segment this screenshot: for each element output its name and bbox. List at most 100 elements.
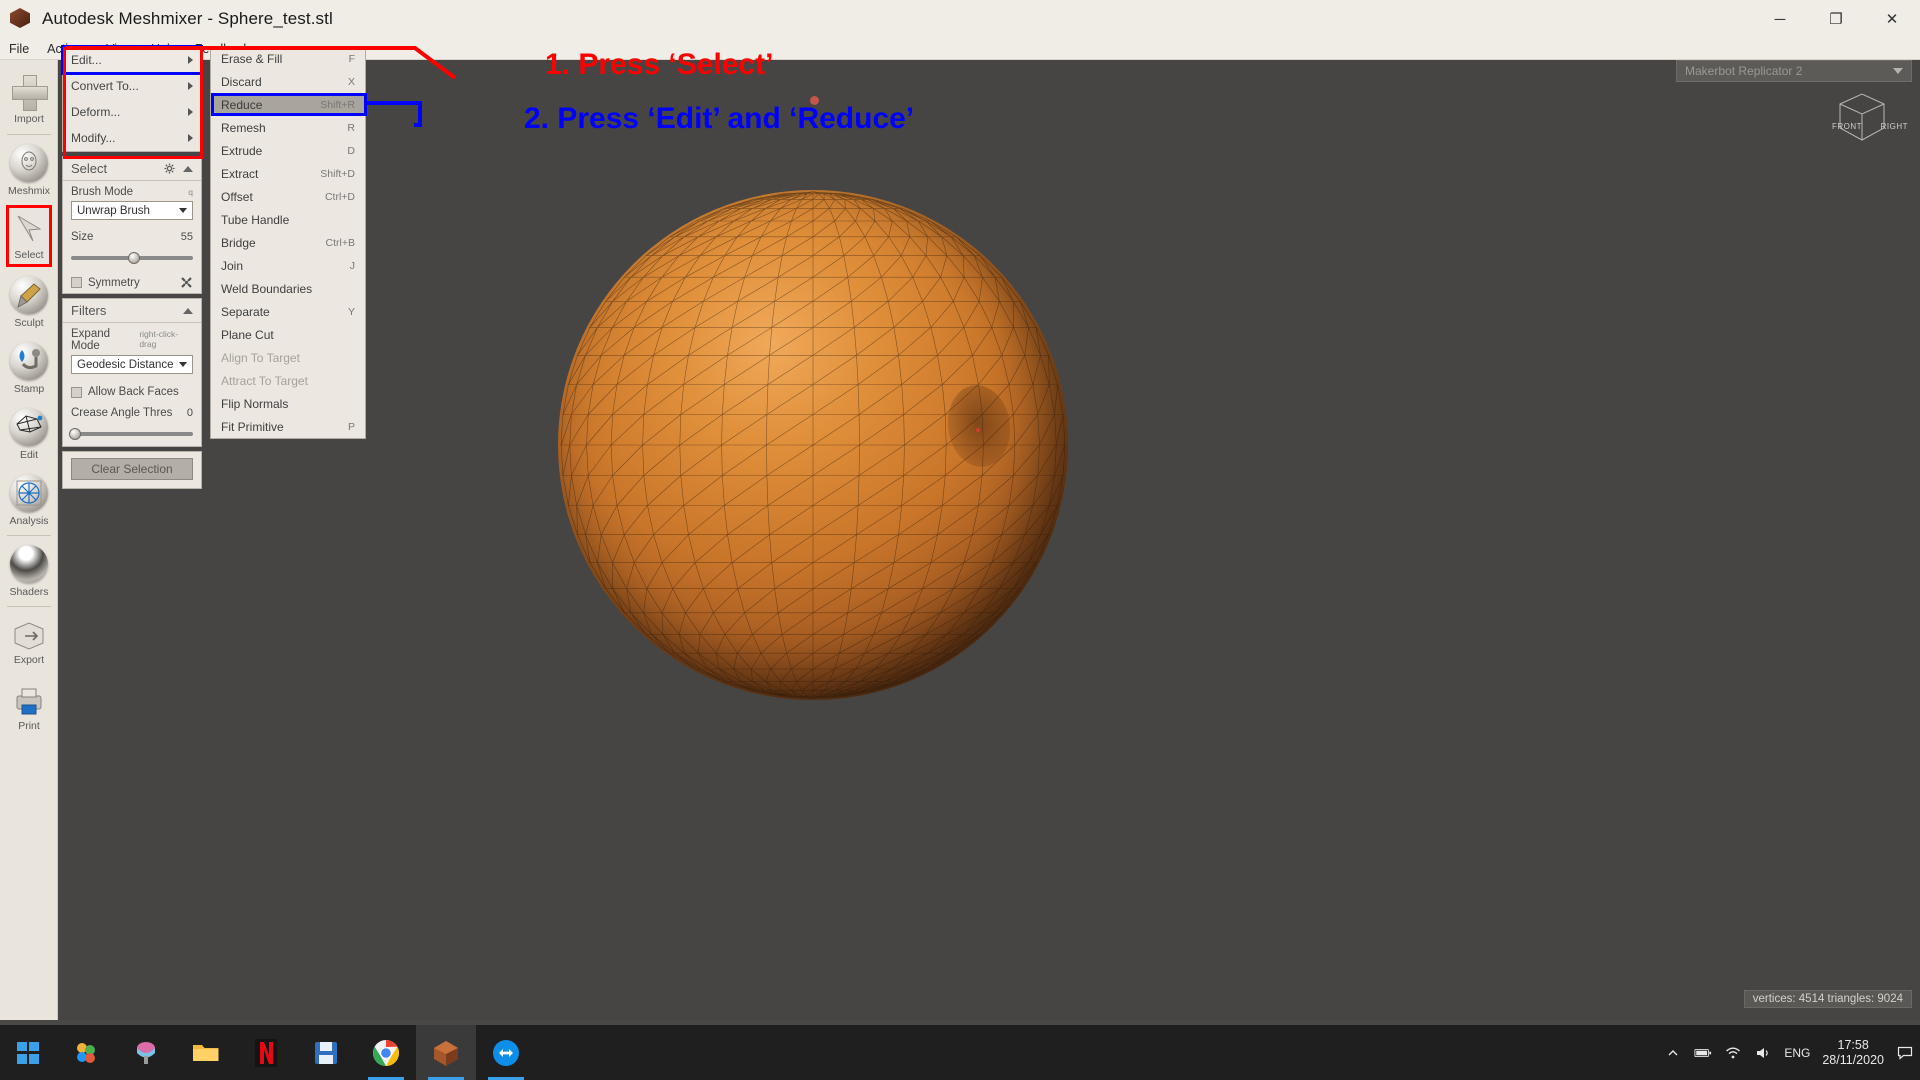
select-section-header[interactable]: Select [63,157,201,181]
flyout-item-extract[interactable]: Extract Shift+D [211,162,365,185]
flyout-item-remesh[interactable]: Remesh R [211,116,365,139]
flyout-item-shortcut: R [347,121,355,134]
size-slider-knob[interactable] [128,252,141,264]
flyout-item-flip-normals[interactable]: Flip Normals [211,392,365,415]
symmetry-row[interactable]: Symmetry [63,270,201,293]
rail-item-meshmix[interactable]: Meshmix [0,137,58,203]
rail-item-stamp[interactable]: Stamp [0,335,58,401]
expand-mode-hint: right-click-drag [139,329,179,349]
menu-item-file[interactable]: File [0,39,38,59]
rail-item-edit[interactable]: Edit [0,401,58,467]
rail-item-select[interactable]: Select [0,203,58,269]
flyout-item-shortcut: Shift+R [320,98,355,111]
filters-section-header[interactable]: Filters [63,299,201,323]
wrench-icon[interactable] [180,276,193,289]
rail-item-sculpt[interactable]: Sculpt [0,269,58,335]
window-controls: ─ ❐ ✕ [1752,0,1920,38]
flyout-item-label: Weld Boundaries [221,281,313,296]
crease-angle-slider[interactable] [68,428,193,440]
flyout-item-label: Extrude [221,143,263,158]
panel-action-deform[interactable]: Deform... [63,99,201,125]
close-button[interactable]: ✕ [1864,0,1920,38]
rail-label-import: Import [14,112,44,125]
rail-item-export[interactable]: Export [0,609,58,675]
minimize-button[interactable]: ─ [1752,0,1808,38]
rail-item-import[interactable]: Import [0,66,58,132]
brush-mode-select[interactable]: Unwrap Brush [71,201,193,220]
maximize-button[interactable]: ❐ [1808,0,1864,38]
flyout-item-erase-fill[interactable]: Erase & Fill F [211,47,365,70]
volume-icon[interactable] [1754,1044,1772,1062]
taskbar-app-paint3d[interactable] [116,1025,176,1080]
clock[interactable]: 17:58 28/11/2020 [1822,1038,1884,1068]
chevron-up-icon[interactable] [1664,1044,1682,1062]
flyout-item-fit-primitive[interactable]: Fit Primitive P [211,415,365,438]
crease-angle-label: Crease Angle Thres [71,407,173,419]
clear-selection-button[interactable]: Clear Selection [71,458,193,480]
rail-divider-2 [6,535,51,536]
size-label: Size [71,231,94,243]
allow-back-faces-row[interactable]: Allow Back Faces [63,380,201,402]
gear-icon[interactable] [164,163,175,174]
taskbar-app-file-explorer[interactable] [176,1025,236,1080]
rail-item-shaders[interactable]: Shaders [0,538,58,604]
flyout-item-shortcut: Shift+D [320,167,355,180]
flyout-item-offset[interactable]: Offset Ctrl+D [211,185,365,208]
flyout-item-label: Discard [221,74,262,89]
start-button[interactable] [0,1025,56,1080]
flyout-item-shortcut: J [349,259,355,272]
flyout-item-weld-boundaries[interactable]: Weld Boundaries [211,277,365,300]
flyout-item-reduce[interactable]: Reduce Shift+R [211,93,365,116]
taskbar-app-teamviewer[interactable] [476,1025,536,1080]
taskbar-app-netflix[interactable] [236,1025,296,1080]
flyout-item-shortcut: Ctrl+D [324,190,355,203]
flyout-item-extrude[interactable]: Extrude D [211,139,365,162]
taskbar-app-save[interactable] [296,1025,356,1080]
brush-mode-label: Brush Mode [71,186,134,198]
allow-back-faces-checkbox[interactable] [71,386,82,398]
panel-action-edit-label: Edit... [71,53,102,67]
taskbar-app-meshmixer[interactable] [416,1025,476,1080]
chevron-right-icon [188,56,193,64]
panel-action-modify[interactable]: Modify... [63,125,201,151]
brush-mode-field: Brush Mode q Unwrap Brush [63,181,201,226]
expand-mode-field: Expand Mode right-click-drag Geodesic Di… [63,323,201,380]
file-explorer-icon [193,1044,219,1061]
flyout-item-tube-handle[interactable]: Tube Handle [211,208,365,231]
flyout-item-plane-cut[interactable]: Plane Cut [211,323,365,346]
flyout-item-label: Align To Target [221,350,300,365]
language-indicator[interactable]: ENG [1784,1046,1810,1060]
flyout-item-separate[interactable]: Separate Y [211,300,365,323]
flyout-item-shortcut: F [348,52,355,65]
wifi-icon[interactable] [1724,1044,1742,1062]
sphere-model[interactable] [558,190,1068,700]
panel-action-convert-to[interactable]: Convert To... [63,73,201,99]
rail-item-print[interactable]: Print [0,675,58,741]
actions-group: Edit... Convert To... Deform... Modify..… [61,45,203,159]
caret-up-icon[interactable] [183,165,193,172]
flyout-item-discard[interactable]: Discard X [211,70,365,93]
rail-item-analysis[interactable]: Analysis [0,467,58,533]
taskbar-app-chrome[interactable] [356,1025,416,1080]
panel-action-deform-label: Deform... [71,105,121,119]
crease-slider-knob[interactable] [68,428,81,440]
view-cube[interactable] [1830,88,1894,146]
flyout-item-join[interactable]: Join J [211,254,365,277]
rail-label-select: Select [14,248,44,261]
flyout-item-label: Tube Handle [221,212,290,227]
panel-action-edit[interactable]: Edit... [61,45,203,75]
printer-selector[interactable]: Makerbot Replicator 2 [1676,60,1912,82]
battery-icon[interactable] [1694,1044,1712,1062]
mesh-edit-icon [10,407,48,446]
size-slider[interactable] [71,252,193,264]
flyout-item-bridge[interactable]: Bridge Ctrl+B [211,231,365,254]
symmetry-checkbox[interactable] [71,277,82,288]
select-section-title: Select [71,161,108,176]
caret-up-icon[interactable] [183,307,193,314]
action-center-icon[interactable] [1896,1044,1914,1062]
expand-mode-select[interactable]: Geodesic Distance [71,355,193,374]
meshmixer-window: Autodesk Meshmixer - Sphere_test.stl ─ ❐… [0,0,1920,1080]
crease-angle-value: 0 [186,407,193,419]
flyout-item-label: Offset [221,189,253,204]
taskbar-app-photos[interactable] [56,1025,116,1080]
